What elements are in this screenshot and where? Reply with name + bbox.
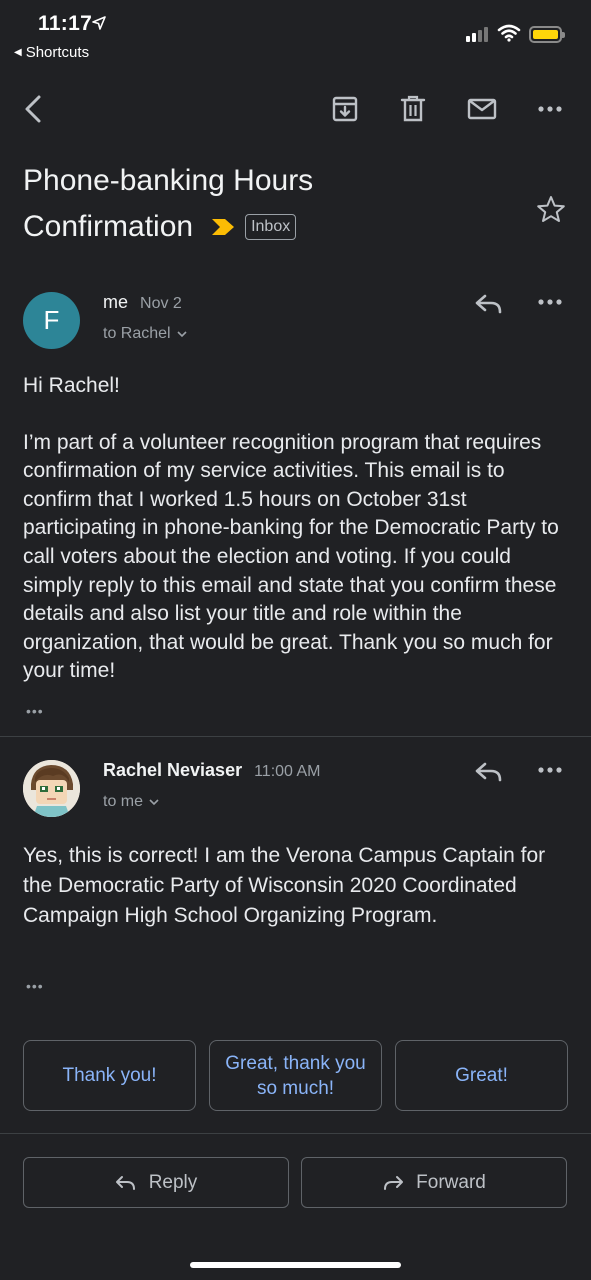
chevron-down-icon — [177, 330, 187, 337]
home-indicator[interactable] — [190, 1262, 401, 1268]
cellular-signal-icon — [466, 27, 488, 42]
actions-divider — [0, 1133, 591, 1134]
message-body: Hi Rachel! I’m part of a volunteer recog… — [23, 372, 573, 714]
importance-marker-icon[interactable] — [211, 218, 235, 236]
back-to-app-link[interactable]: ◀ Shortcuts — [14, 44, 89, 61]
reply-icon[interactable] — [474, 292, 504, 316]
show-trimmed-content-button[interactable]: ••• — [26, 978, 44, 994]
subject-line-1: Phone-banking Hours — [23, 164, 314, 197]
message-body: Yes, this is correct! I am the Verona Ca… — [23, 841, 573, 959]
mark-unread-button[interactable] — [465, 92, 499, 126]
message-header[interactable]: Rachel Neviaser 11:00 AM to me — [0, 760, 591, 830]
smart-reply-chip[interactable]: Great! — [395, 1040, 568, 1111]
avatar-image — [23, 760, 80, 817]
archive-icon — [332, 96, 358, 122]
more-icon[interactable] — [537, 298, 563, 306]
smart-reply-suggestions: Thank you! Great, thank you so much! Gre… — [23, 1040, 568, 1111]
message-divider — [0, 736, 591, 737]
avatar[interactable] — [23, 760, 80, 817]
more-options-button[interactable] — [533, 92, 567, 126]
back-app-label: Shortcuts — [25, 44, 90, 61]
inbox-label-badge[interactable]: Inbox — [245, 214, 297, 240]
reply-button[interactable]: Reply — [23, 1157, 289, 1208]
recipient-toggle[interactable]: to Rachel — [103, 325, 187, 343]
show-trimmed-content-button[interactable]: ••• — [26, 703, 44, 719]
forward-arrow-icon — [384, 1175, 404, 1190]
reply-label: Reply — [148, 1171, 198, 1193]
reply-arrow-icon — [115, 1175, 135, 1190]
forward-label: Forward — [416, 1171, 486, 1193]
smart-reply-chip[interactable]: Great, thank you so much! — [209, 1040, 382, 1111]
delete-button[interactable] — [396, 92, 430, 126]
message-paragraph: Yes, this is correct! I am the Verona Ca… — [23, 844, 546, 927]
status-bar: 11:17 ◀ Shortcuts — [0, 0, 591, 70]
mail-icon — [467, 98, 497, 120]
star-icon[interactable] — [536, 195, 566, 223]
status-time: 11:17 — [38, 12, 93, 35]
chevron-down-icon — [149, 798, 159, 805]
battery-icon — [529, 26, 565, 43]
back-arrow-icon — [25, 95, 41, 123]
message-header[interactable]: F me Nov 2 to Rachel — [0, 292, 591, 362]
recipient-toggle[interactable]: to me — [103, 793, 159, 811]
recipient-label: to me — [103, 793, 144, 810]
smart-reply-chip[interactable]: Thank you! — [23, 1040, 196, 1111]
subject-line-2: Confirmation — [23, 210, 194, 243]
more-icon — [538, 106, 562, 112]
back-button[interactable] — [16, 92, 50, 126]
forward-button[interactable]: Forward — [301, 1157, 567, 1208]
sender-name: me — [103, 292, 129, 312]
message-date: 11:00 AM — [254, 763, 321, 780]
email-subject: Phone-banking Hours Confirmation Inbox — [23, 158, 523, 250]
avatar[interactable]: F — [23, 292, 80, 349]
sender-name: Rachel Neviaser — [103, 760, 243, 780]
message-date: Nov 2 — [140, 295, 182, 312]
recipient-label: to Rachel — [103, 325, 171, 342]
back-triangle-icon: ◀ — [14, 47, 22, 58]
location-arrow-icon — [92, 16, 106, 30]
wifi-icon — [497, 24, 521, 42]
trash-icon — [400, 95, 426, 122]
message-paragraph: I’m part of a volunteer recognition prog… — [23, 430, 559, 683]
archive-button[interactable] — [328, 92, 362, 126]
message-greeting: Hi Rachel! — [23, 374, 120, 397]
reply-icon[interactable] — [474, 760, 504, 784]
email-toolbar — [0, 84, 591, 134]
reply-actions: Reply Forward — [23, 1157, 568, 1208]
more-icon[interactable] — [537, 766, 563, 774]
